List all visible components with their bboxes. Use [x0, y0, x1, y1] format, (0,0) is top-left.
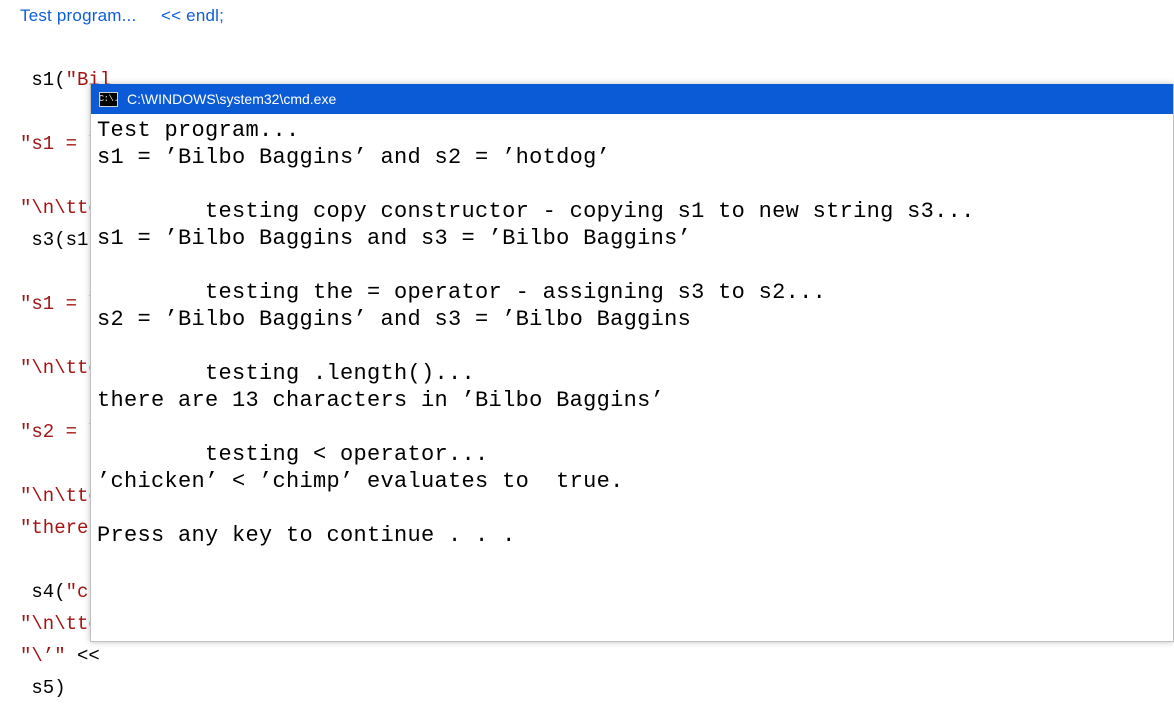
cmd-icon: C:\.	[99, 92, 118, 107]
cmd-titlebar[interactable]: C:\. C:\WINDOWS\system32\cmd.exe	[91, 84, 1173, 114]
code-token: s5)	[20, 677, 66, 699]
code-token: s4(	[20, 581, 66, 603]
code-line[interactable]	[20, 32, 1174, 64]
code-token: "s1 = \	[20, 293, 100, 315]
code-token: <<	[66, 645, 100, 667]
cmd-window-title: C:\WINDOWS\system32\cmd.exe	[127, 91, 336, 107]
code-line[interactable]: "\’" <<	[20, 640, 1174, 672]
code-token: s1(	[20, 69, 66, 91]
code-token: "s1 = \	[20, 133, 100, 155]
cmd-output[interactable]: Test program... s1 = ’Bilbo Baggins’ and…	[91, 114, 1173, 552]
code-line[interactable]: s5)	[20, 672, 1174, 704]
code-token: Test program... << endl;	[20, 6, 224, 25]
cmd-window[interactable]: C:\. C:\WINDOWS\system32\cmd.exe Test pr…	[90, 84, 1174, 642]
code-token: "s2 = \	[20, 421, 100, 443]
code-line[interactable]: Test program... << endl;	[20, 0, 1174, 32]
code-token: "\’"	[20, 645, 66, 667]
